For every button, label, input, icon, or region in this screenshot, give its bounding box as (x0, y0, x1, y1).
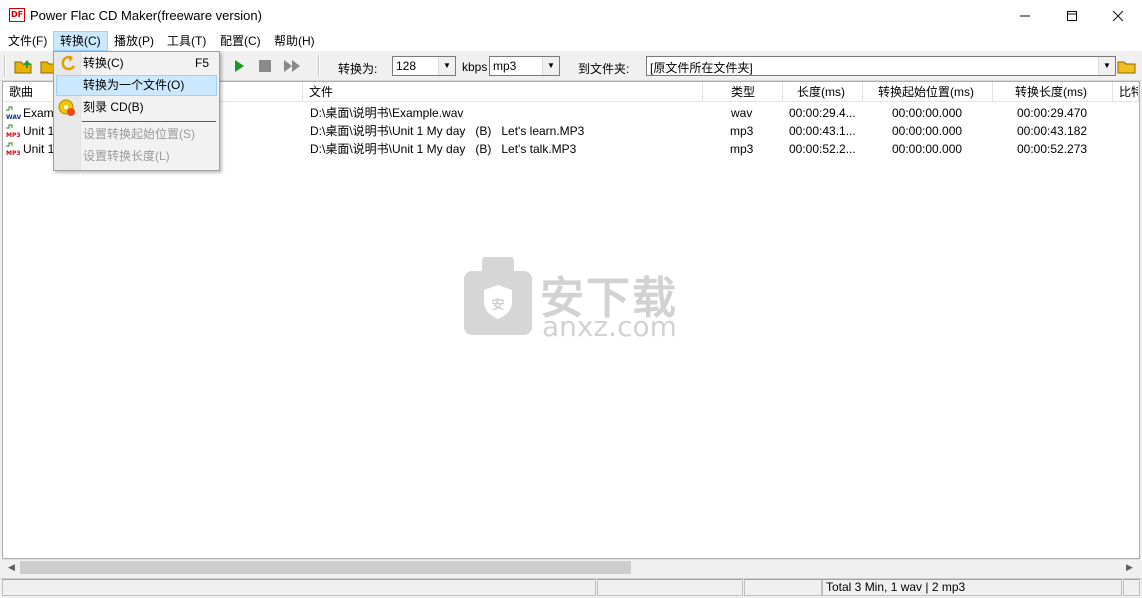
menu-play[interactable]: 播放(P) (108, 31, 160, 51)
chevron-down-icon: ▼ (438, 57, 455, 75)
row-conv-length[interactable]: 00:00:29.470 (1017, 104, 1112, 122)
output-folder-value: [原文件所在文件夹] (650, 61, 753, 75)
wav-file-icon: WAV (5, 106, 22, 121)
row-length[interactable]: 00:00:43.1... (789, 122, 861, 140)
svg-text:MP3: MP3 (6, 150, 21, 156)
status-summary: Total 3 Min, 1 wav | 2 mp3 (822, 579, 1122, 596)
convert-arrow-icon (61, 55, 76, 71)
menu-item-set-length-label: 设置转换长度(L) (83, 149, 170, 163)
menu-tools[interactable]: 工具(T) (161, 31, 212, 51)
row-conv-length[interactable]: 00:00:52.273 (1017, 140, 1112, 158)
menu-item-convert-shortcut: F5 (194, 56, 209, 70)
maximize-btn-area[interactable] (1049, 0, 1095, 31)
row-length[interactable]: 00:00:29.4... (789, 104, 861, 122)
kbps-label: kbps (462, 60, 488, 74)
svg-text:MP3: MP3 (6, 132, 21, 138)
row-type[interactable]: mp3 (730, 122, 770, 140)
format-select[interactable]: mp3 ▼ (489, 56, 560, 76)
col-file[interactable]: 文件 (303, 82, 703, 102)
menu-item-convert-label: 转换(C) (83, 56, 124, 70)
row-conv-length[interactable]: 00:00:43.182 (1017, 122, 1112, 140)
open-folder-icon[interactable] (13, 56, 33, 76)
app-icon: DF (9, 8, 25, 22)
burn-cd-icon (58, 99, 75, 116)
chevron-down-icon: ▼ (542, 57, 559, 75)
size-grip[interactable] (1123, 579, 1140, 596)
mp3-file-icon: MP3 (5, 142, 21, 157)
row-song[interactable]: Unit 1 (23, 140, 53, 158)
convert-to-label: 转换为: (338, 62, 378, 76)
row-file[interactable]: D:\桌面\说明书\Example.wav (310, 104, 700, 122)
folder-label: 到文件夹: (578, 62, 630, 76)
window-title: Power Flac CD Maker(freeware version) (30, 8, 262, 23)
row-song[interactable]: Unit 1 (23, 122, 53, 140)
browse-folder-icon[interactable] (1117, 56, 1137, 76)
svg-text:安: 安 (491, 297, 504, 313)
bitrate-value: 128 (396, 59, 417, 73)
row-file[interactable]: D:\桌面\说明书\Unit 1 My day (B) Let's learn.… (310, 122, 700, 140)
close-icon (1112, 10, 1124, 22)
col-start[interactable]: 转换起始位置(ms) (863, 82, 993, 102)
toolbar-grip (4, 55, 6, 77)
watermark-logo: 安 (464, 257, 532, 335)
mp3-file-icon: MP3 (5, 124, 21, 139)
minimize-btn-area[interactable] (1002, 0, 1048, 31)
menu-item-burn-cd-label: 刻录 CD(B) (83, 100, 144, 114)
menu-item-set-length: 设置转换长度(L) (54, 146, 219, 167)
menu-convert[interactable]: 转换(C) (53, 31, 108, 51)
close-button[interactable] (1095, 0, 1141, 31)
row-file[interactable]: D:\桌面\说明书\Unit 1 My day (B) Let's talk.M… (310, 140, 700, 158)
maximize-icon (1067, 11, 1077, 22)
row-start[interactable]: 00:00:00.000 (892, 104, 992, 122)
svg-text:WAV: WAV (6, 114, 21, 120)
menu-config[interactable]: 配置(C) (214, 31, 267, 51)
menu-item-convert-to-one-file-label: 转换为一个文件(O) (83, 78, 185, 92)
row-type[interactable]: mp3 (730, 140, 770, 158)
play-icon[interactable] (229, 56, 249, 76)
chevron-down-icon: ▼ (1098, 57, 1115, 75)
status-pane-3 (744, 579, 822, 596)
status-pane-2 (597, 579, 743, 596)
menu-item-convert-to-one-file[interactable]: 转换为一个文件(O) (56, 75, 217, 96)
col-bitrate[interactable]: 比特 (1113, 82, 1139, 102)
menu-file[interactable]: 文件(F) (2, 31, 53, 51)
row-type[interactable]: wav (731, 104, 771, 122)
col-type[interactable]: 类型 (703, 82, 783, 102)
row-song[interactable]: Exam (23, 104, 53, 122)
menu-help[interactable]: 帮助(H) (268, 31, 321, 51)
row-start[interactable]: 00:00:00.000 (892, 140, 992, 158)
col-conv-length[interactable]: 转换长度(ms) (993, 82, 1113, 102)
menu-item-convert[interactable]: 转换(C) F5 (54, 53, 219, 74)
menu-item-set-start-label: 设置转换起始位置(S) (83, 127, 195, 141)
scroll-right-icon[interactable]: ▶ (1121, 559, 1138, 576)
toolbar-separator (318, 55, 320, 77)
row-length[interactable]: 00:00:52.2... (789, 140, 861, 158)
col-length[interactable]: 长度(ms) (783, 82, 863, 102)
bitrate-select[interactable]: 128 ▼ (392, 56, 456, 76)
menu-separator (82, 121, 216, 122)
format-value: mp3 (493, 59, 517, 73)
status-pane-1 (2, 579, 596, 596)
scroll-left-icon[interactable]: ◀ (3, 559, 20, 576)
scroll-thumb[interactable] (20, 561, 631, 574)
fast-forward-icon[interactable] (282, 56, 302, 76)
output-folder-select[interactable]: [原文件所在文件夹] ▼ (646, 56, 1116, 76)
minimize-glyph-icon (1020, 15, 1030, 17)
menu-item-burn-cd[interactable]: 刻录 CD(B) (54, 97, 219, 118)
menu-item-set-start: 设置转换起始位置(S) (54, 124, 219, 145)
watermark-url: anxz.com (542, 310, 677, 343)
row-start[interactable]: 00:00:00.000 (892, 122, 992, 140)
stop-icon[interactable] (255, 56, 275, 76)
